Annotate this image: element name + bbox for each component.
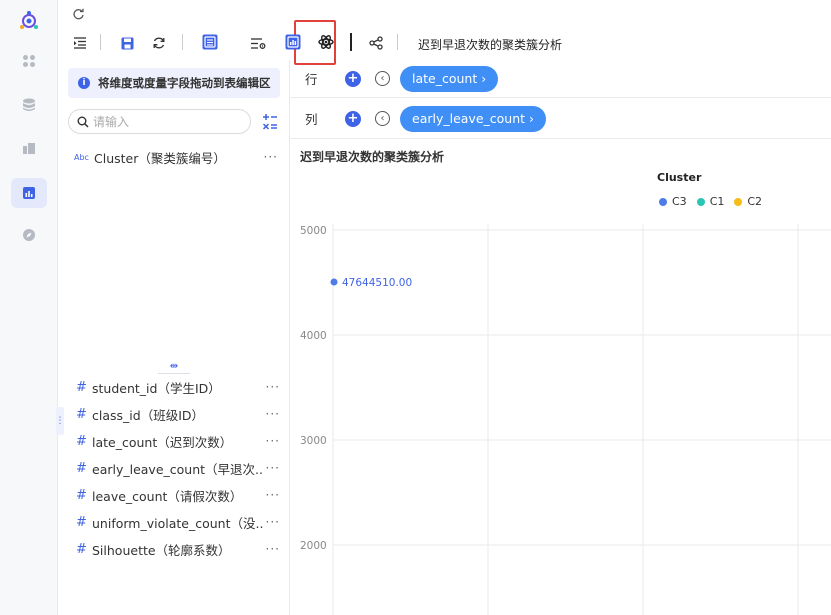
left-rail [0,0,58,615]
field-name: student_id（学生ID） [92,380,221,396]
chevron-left-icon[interactable]: ‹ [375,111,390,126]
y-tick-label: 2000 [300,540,327,552]
more-options-icon[interactable]: ··· [266,515,280,529]
more-options-icon[interactable]: ··· [266,380,280,394]
number-type-icon: # [76,460,87,476]
more-options-icon[interactable]: ··· [264,150,278,164]
field-name: Cluster（聚类簇编号） [94,150,226,166]
data-point [330,278,338,286]
collapse-panel-handle[interactable]: ⋮ [56,407,65,435]
info-icon: i [78,77,90,89]
measure-field[interactable]: # student_id（学生ID） ··· [76,377,288,397]
number-type-icon: # [76,514,87,530]
toolbar-divider [182,34,183,50]
measure-field[interactable]: # class_id（班级ID） ··· [76,404,288,424]
field-name: late_count（迟到次数） [92,434,233,450]
outline-indent-icon[interactable] [70,33,90,53]
more-options-icon[interactable]: ··· [266,488,280,502]
database-icon[interactable] [11,90,47,120]
toolbar: 迟到早退次数的聚类簇分析 [58,0,831,65]
row-field-pill[interactable]: late_count › [400,65,499,92]
number-type-icon: # [76,406,87,422]
measure-field[interactable]: # early_leave_count（早退次... ··· [76,458,288,478]
toolbar-divider [100,34,101,50]
chart-analysis-icon[interactable] [11,178,47,208]
dashboard-icon[interactable] [11,133,47,163]
apps-grid-icon[interactable] [11,46,47,76]
measure-field[interactable]: # leave_count（请假次数） ··· [76,485,288,505]
app-window: 迟到早退次数的聚类簇分析 i 将维度或度量字段拖动到表编辑区 Abc Clust… [0,0,831,615]
filter-settings-icon[interactable] [248,33,268,53]
field-panel: i 将维度或度量字段拖动到表编辑区 Abc Cluster（聚类簇编号） ···… [58,60,290,615]
field-name: uniform_violate_count（没... [92,515,264,531]
chart-view-icon[interactable] [283,32,303,52]
more-options-icon[interactable]: ··· [266,542,280,556]
chart-area: 迟到早退次数的聚类簇分析 Cluster C3 C1 C2 5000 4000 3000… [291,139,831,615]
compass-icon[interactable] [11,220,47,250]
number-type-icon: # [76,379,87,395]
column-field-pill[interactable]: early_leave_count › [400,105,547,132]
atom-icon[interactable] [316,32,336,52]
number-type-icon: # [76,541,87,557]
y-tick-label: 4000 [300,330,327,342]
field-name: early_leave_count（早退次... [92,461,264,477]
search-icon [77,116,89,128]
calculated-field-icon[interactable] [261,112,279,132]
more-options-icon[interactable]: ··· [266,434,280,448]
field-name: leave_count（请假次数） [92,488,243,504]
panel-splitter-handle[interactable]: ⇹ [158,360,190,374]
columns-shelf: 列 + ‹ early_leave_count › [291,99,831,139]
data-label: 47644510.00 [342,277,412,289]
more-options-icon[interactable]: ··· [266,407,280,421]
more-options-icon[interactable]: ··· [266,461,280,475]
drag-hint-banner: i 将维度或度量字段拖动到表编辑区 [68,68,280,98]
number-type-icon: # [76,487,87,503]
refresh-icon[interactable] [68,4,88,24]
chevron-left-icon[interactable]: ‹ [375,71,390,86]
measure-field[interactable]: # Silhouette（轮廓系数） ··· [76,539,288,559]
toolbar-divider [397,34,398,50]
columns-shelf-label: 列 [305,112,318,127]
y-tick-label: 3000 [300,435,327,447]
dimension-field-cluster[interactable]: Abc Cluster（聚类簇编号） ··· [74,147,286,167]
drag-hint-text: 将维度或度量字段拖动到表编辑区 [98,76,271,90]
rows-shelf: 行 + ‹ late_count › [291,60,831,98]
chart-title-toolbar[interactable]: 迟到早退次数的聚类簇分析 [418,36,562,53]
y-tick-label: 5000 [300,225,327,237]
add-row-field-button[interactable]: + [345,70,361,87]
save-icon[interactable] [117,33,137,53]
sync-icon[interactable] [149,33,169,53]
toolbar-divider [350,33,352,51]
share-icon[interactable] [366,33,386,53]
field-name: class_id（班级ID） [92,407,204,423]
add-column-field-button[interactable]: + [345,110,361,127]
field-search[interactable] [68,109,251,134]
rows-shelf-label: 行 [305,72,318,87]
number-type-icon: # [76,433,87,449]
field-name: Silhouette（轮廓系数） [92,542,231,558]
app-logo-icon[interactable] [11,6,47,36]
scatter-plot[interactable]: 5000 4000 3000 2000 47644510.00 [291,139,831,615]
search-input[interactable] [93,114,243,129]
measure-field[interactable]: # uniform_violate_count（没... ··· [76,512,288,532]
table-view-icon[interactable] [200,32,220,52]
measure-field[interactable]: # late_count（迟到次数） ··· [76,431,288,451]
text-type-icon: Abc [74,152,89,162]
